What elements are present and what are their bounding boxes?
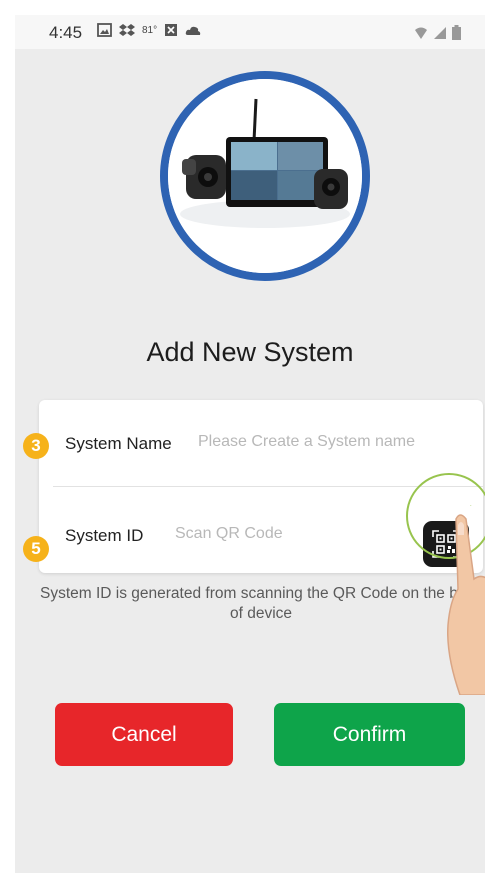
- system-name-input[interactable]: [198, 433, 468, 451]
- hero-image: [160, 71, 370, 281]
- system-name-row: System Name: [39, 400, 483, 486]
- app-screen: 4:45 81° Add New System System Name Plea…: [15, 15, 485, 873]
- cancel-button[interactable]: Cancel: [55, 703, 233, 766]
- status-time: 4:45: [49, 23, 83, 42]
- weather-temp: 81°: [142, 24, 158, 36]
- page-title: Add New System: [146, 337, 354, 367]
- dropbox-icon: [119, 24, 135, 36]
- blocked-icon: [165, 24, 178, 36]
- pointing-hand-icon: [447, 505, 485, 695]
- battery-icon: [452, 25, 461, 40]
- help-text: System ID is generated from scanning the…: [40, 585, 482, 622]
- step-badge-5: 5: [23, 536, 49, 562]
- image-icon: [97, 23, 112, 37]
- system-id-label: System ID: [65, 526, 144, 545]
- wifi-icon: [415, 27, 427, 39]
- confirm-button[interactable]: Confirm: [274, 703, 465, 766]
- step-badge-3: 3: [23, 433, 49, 459]
- signal-icon: [434, 26, 446, 39]
- status-bar: 4:45 81°: [15, 15, 485, 49]
- system-id-input[interactable]: [175, 525, 375, 543]
- system-icons: [414, 25, 461, 40]
- camera-system-illustration: [168, 79, 362, 273]
- system-name-label: System Name: [65, 434, 172, 453]
- notification-icons: 81°: [97, 23, 201, 37]
- cloud-icon: [185, 26, 201, 35]
